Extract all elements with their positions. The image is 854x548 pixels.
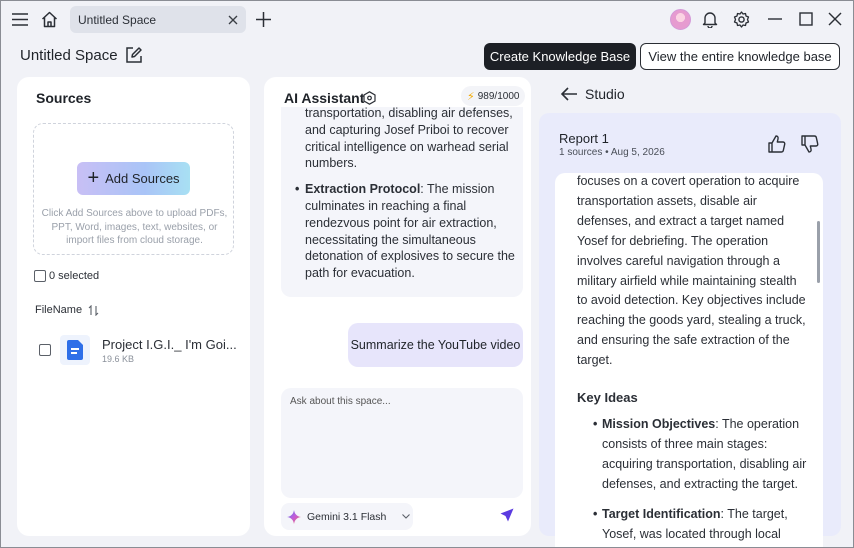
bullet-title: Target Identification [602, 506, 721, 521]
message-bullet: Extraction Protocol: The mission culmina… [295, 181, 519, 282]
credits-badge: ⚡ 989/1000 [461, 86, 526, 106]
menu-icon[interactable] [11, 11, 29, 27]
page-title: Untitled Space [20, 47, 118, 64]
report-title: Report 1 [559, 131, 609, 146]
info-icon[interactable] [363, 91, 376, 105]
title-bar: Untitled Space [1, 1, 853, 37]
filename-column-header[interactable]: FileName [35, 304, 99, 316]
add-sources-label: Add Sources [105, 171, 180, 186]
assistant-panel: AI Assistant ⚡ 989/1000 transportation, … [264, 77, 531, 536]
back-arrow-icon[interactable] [561, 87, 577, 101]
bullet-title: Extraction Protocol [305, 182, 421, 197]
ask-input[interactable] [290, 396, 514, 407]
file-checkbox[interactable] [39, 344, 51, 356]
ask-box[interactable] [281, 388, 523, 498]
scrollbar[interactable] [817, 221, 820, 283]
close-tab-icon[interactable] [228, 15, 238, 25]
home-icon[interactable] [40, 10, 59, 28]
assistant-message: transportation, disabling air defenses, … [281, 107, 523, 297]
assistant-message-text: transportation, disabling air defenses, … [295, 107, 519, 282]
sources-title: Sources [36, 90, 92, 106]
report-meta: 1 sources • Aug 5, 2026 [559, 147, 665, 158]
chevron-down-icon [402, 514, 411, 519]
thumbs-down-icon[interactable] [801, 135, 819, 153]
filename-label: FileName [35, 304, 83, 316]
studio-panel: Studio Report 1 1 sources • Aug 5, 2026 … [539, 77, 841, 547]
app-window: Untitled Space Untitled Space Create Kno… [0, 0, 854, 548]
sort-icon[interactable] [88, 304, 99, 316]
key-ideas-heading: Key Ideas [577, 390, 638, 406]
assistant-title: AI Assistant [284, 90, 365, 106]
avatar[interactable] [670, 9, 691, 30]
document-icon [60, 335, 90, 365]
report-body[interactable]: focuses on a covert operation to acquire… [555, 173, 823, 547]
close-window-icon[interactable] [827, 11, 843, 27]
thumbs-up-icon[interactable] [768, 135, 786, 153]
model-label: Gemini 3.1 Flash [307, 510, 387, 523]
new-tab-icon[interactable] [254, 10, 272, 28]
selected-count: 0 selected [49, 270, 100, 282]
message-paragraph: transportation, disabling air defenses, … [305, 107, 513, 171]
report-paragraph: focuses on a covert operation to acquire… [577, 174, 806, 368]
tab-label: Untitled Space [78, 12, 157, 27]
report-bullet: Mission Objectives: The operation consis… [577, 415, 807, 495]
user-message: Summarize the YouTube video [348, 323, 523, 367]
gear-icon[interactable] [732, 10, 750, 28]
tab-untitled-space[interactable]: Untitled Space [70, 6, 246, 33]
bell-icon[interactable] [701, 10, 719, 28]
lightning-icon: ⚡ [467, 90, 475, 103]
plus-icon: + [87, 166, 100, 189]
add-sources-button[interactable]: + Add Sources [77, 162, 190, 195]
model-select[interactable]: Gemini 3.1 Flash [281, 503, 413, 530]
file-size: 19.6 KB [102, 354, 135, 364]
report-text: focuses on a covert operation to acquire… [577, 173, 807, 547]
sources-panel: Sources + Add Sources Click Add Sources … [17, 77, 250, 536]
minimize-icon[interactable] [767, 11, 783, 27]
drop-hint: Click Add Sources above to upload PDFs, … [41, 208, 228, 246]
send-icon[interactable] [500, 508, 516, 524]
report-bullet: Target Identification: The target, Yosef… [577, 505, 807, 545]
drop-zone[interactable]: + Add Sources Click Add Sources above to… [33, 123, 234, 255]
bullet-body: : The mission culminates in reaching a f… [305, 182, 515, 281]
gemini-icon [287, 509, 301, 524]
view-knowledge-base-button[interactable]: View the entire knowledge base [640, 43, 840, 70]
edit-icon[interactable] [125, 46, 143, 64]
maximize-icon[interactable] [798, 11, 814, 27]
file-name[interactable]: Project I.G.I._ I'm Goi... [102, 337, 237, 352]
select-all-checkbox[interactable] [34, 270, 46, 282]
credits-value: 989/1000 [477, 90, 520, 102]
studio-header: Studio [561, 86, 625, 102]
report-card: Report 1 1 sources • Aug 5, 2026 focuses… [539, 113, 841, 547]
create-knowledge-base-button[interactable]: Create Knowledge Base [484, 43, 636, 70]
chat-history[interactable]: transportation, disabling air defenses, … [281, 107, 523, 297]
bullet-title: Mission Objectives [602, 416, 716, 431]
studio-title: Studio [585, 86, 625, 102]
